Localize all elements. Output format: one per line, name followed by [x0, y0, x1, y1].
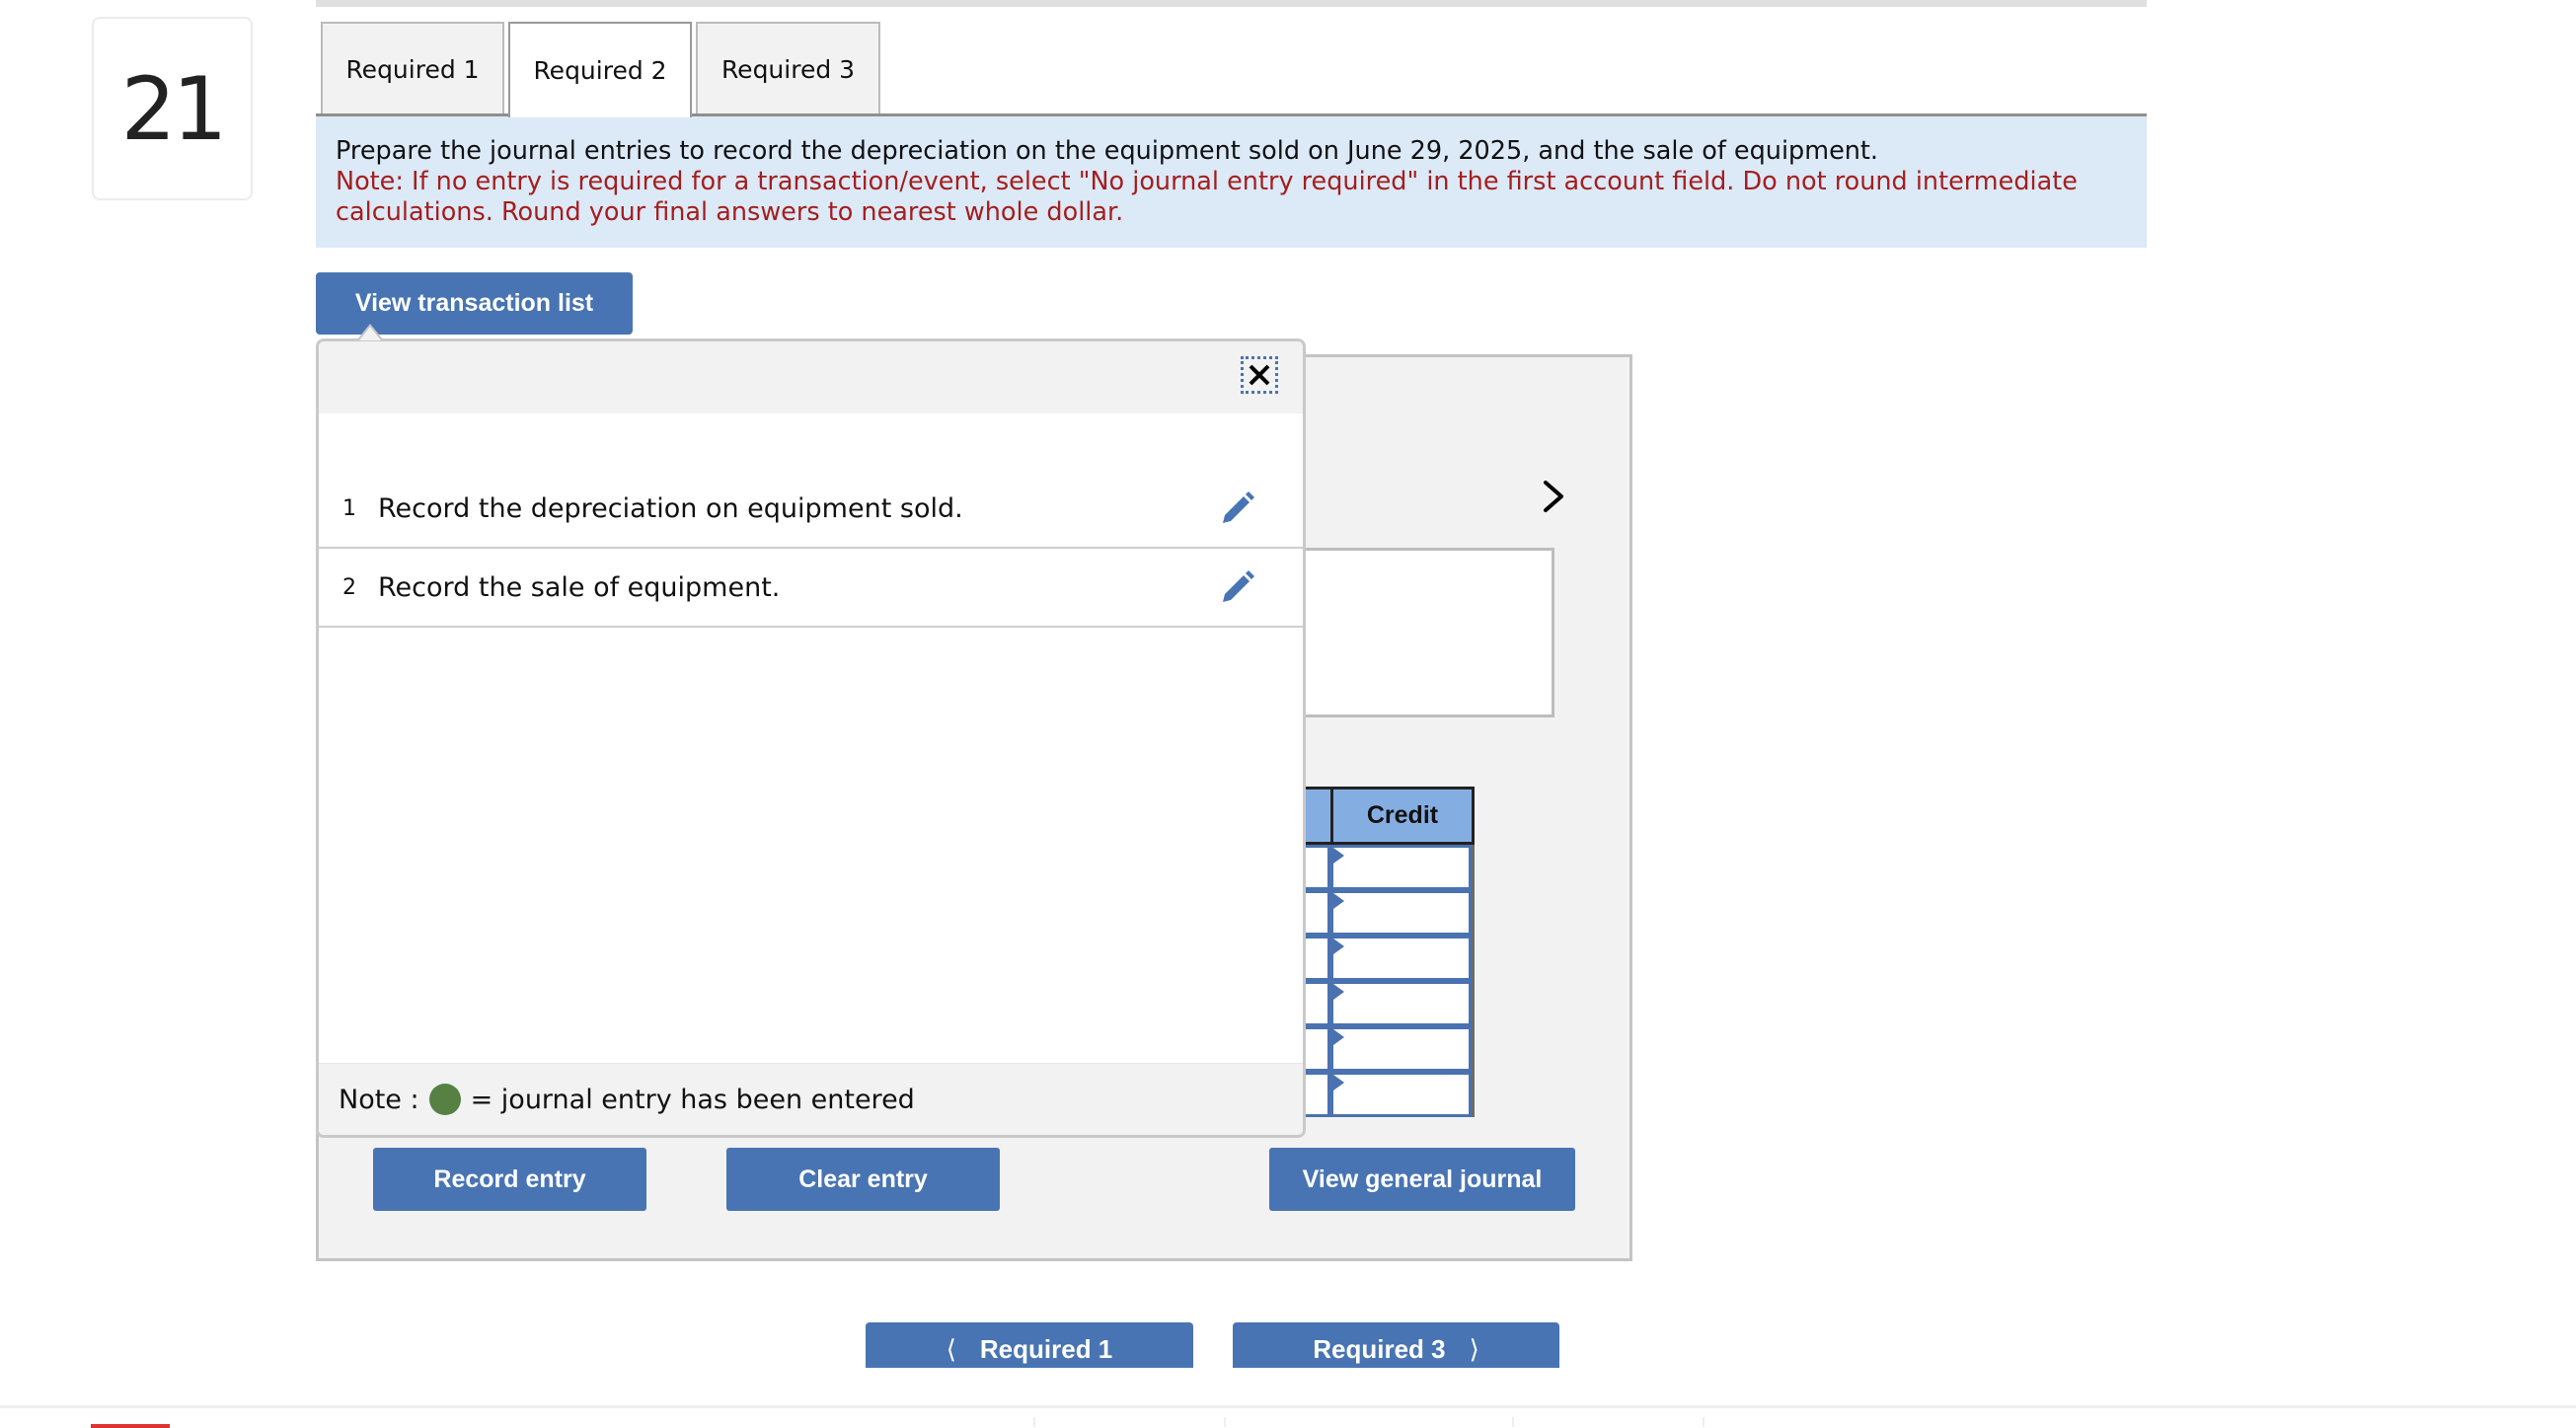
transaction-number: 2: [342, 574, 356, 600]
tab-required-1[interactable]: Required 1: [321, 22, 504, 115]
popup-header: [319, 341, 1303, 413]
footer-separator: [1512, 1417, 1514, 1427]
chevron-left-icon: ⟨: [946, 1333, 956, 1364]
debit-cell[interactable]: [1303, 936, 1330, 981]
transaction-list-popup: 1 Record the depreciation on equipment s…: [316, 338, 1306, 1138]
debit-cell[interactable]: [1303, 1026, 1330, 1072]
debit-cell[interactable]: [1303, 845, 1330, 890]
question-number: 21: [92, 17, 253, 200]
view-general-journal-button[interactable]: View general journal: [1269, 1148, 1575, 1211]
journal-row: [1303, 1072, 1475, 1117]
transaction-label: Record the sale of equipment.: [378, 571, 781, 603]
journal-row: [1303, 890, 1475, 936]
close-popup-button[interactable]: [1241, 356, 1278, 394]
tab-required-3[interactable]: Required 3: [696, 22, 880, 115]
debit-header-partial: [1303, 789, 1333, 842]
journal-row: [1303, 1026, 1475, 1072]
transaction-row[interactable]: 2 Record the sale of equipment.: [319, 549, 1303, 628]
instructions-main: Prepare the journal entries to record th…: [336, 136, 1879, 166]
transaction-description-box: [1303, 548, 1554, 717]
credit-cell[interactable]: [1330, 1026, 1472, 1072]
note-prefix: Note :: [339, 1084, 419, 1115]
next-transaction-chevron-icon[interactable]: [1540, 480, 1569, 513]
pencil-icon[interactable]: [1218, 567, 1257, 607]
journal-grid-header: Credit: [1303, 787, 1475, 845]
journal-row: [1303, 936, 1475, 981]
credit-cell[interactable]: [1330, 845, 1472, 890]
transaction-number: 1: [342, 495, 356, 521]
journal-row: [1303, 981, 1475, 1026]
transaction-row[interactable]: 1 Record the depreciation on equipment s…: [319, 470, 1303, 549]
prev-required-button[interactable]: ⟨ Required 1: [866, 1322, 1193, 1368]
footer-divider: [0, 1405, 2576, 1408]
transaction-label: Record the depreciation on equipment sol…: [378, 492, 963, 524]
close-icon: [1249, 364, 1270, 386]
tab-required-2[interactable]: Required 2: [508, 22, 692, 117]
debit-cell[interactable]: [1303, 890, 1330, 936]
credit-cell[interactable]: [1330, 981, 1472, 1026]
footer-separator: [1703, 1417, 1705, 1427]
note-text: = journal entry has been entered: [470, 1084, 915, 1115]
clear-entry-button[interactable]: Clear entry: [726, 1148, 1000, 1211]
credit-cell[interactable]: [1330, 890, 1472, 936]
prev-required-label: Required 1: [979, 1333, 1113, 1364]
instructions-note: Note: If no entry is required for a tran…: [336, 167, 2078, 227]
journal-grid: Credit: [1303, 787, 1475, 1117]
top-divider: [316, 0, 2147, 7]
journal-row: [1303, 845, 1475, 890]
credit-cell[interactable]: [1330, 1072, 1472, 1117]
popup-pointer-fill: [359, 327, 381, 340]
popup-note: Note : = journal entry has been entered: [319, 1063, 1303, 1135]
next-required-label: Required 3: [1313, 1333, 1446, 1364]
entered-indicator-icon: [428, 1084, 461, 1115]
credit-cell[interactable]: [1330, 936, 1472, 981]
instructions-box: Prepare the journal entries to record th…: [316, 116, 2147, 248]
footer-separator: [1033, 1417, 1035, 1427]
footer-separator: [1224, 1417, 1226, 1427]
chevron-right-icon: ⟩: [1469, 1333, 1479, 1364]
debit-cell[interactable]: [1303, 1072, 1330, 1117]
pencil-icon[interactable]: [1218, 489, 1257, 528]
credit-header: Credit: [1366, 801, 1439, 829]
next-required-button[interactable]: Required 3 ⟩: [1233, 1322, 1559, 1368]
record-entry-button[interactable]: Record entry: [373, 1148, 646, 1211]
debit-cell[interactable]: [1303, 981, 1330, 1026]
